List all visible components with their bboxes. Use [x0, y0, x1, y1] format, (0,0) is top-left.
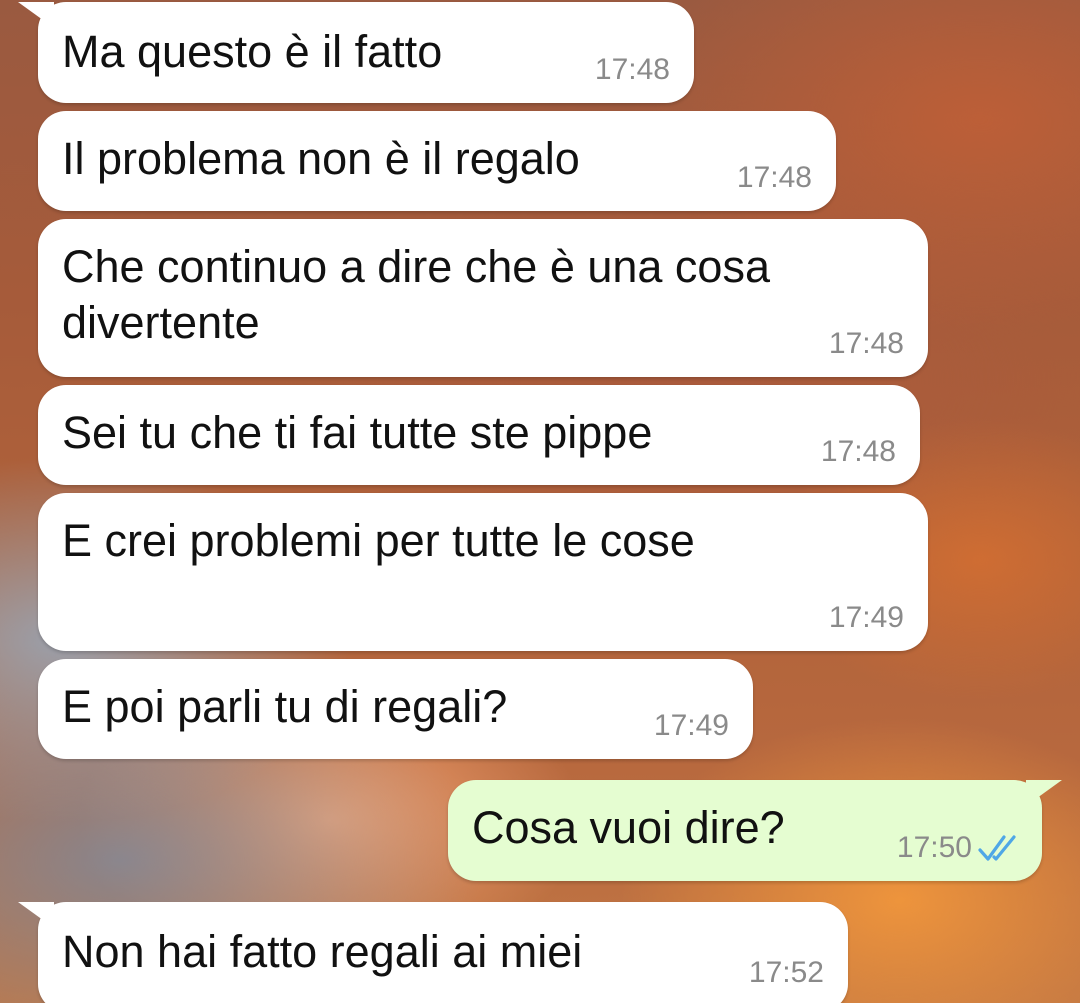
message-timestamp: 17:49 — [653, 709, 729, 742]
message-timestamp: 17:52 — [748, 956, 824, 989]
message-bubble-outgoing[interactable]: Cosa vuoi dire? 17:50 — [448, 780, 1062, 881]
double-check-read-icon — [978, 835, 1016, 861]
message-timestamp: 17:48 — [594, 53, 670, 86]
message-timestamp: 17:48 — [736, 161, 812, 194]
message-text: Ma questo è il fatto — [62, 26, 443, 77]
message-bubble-incoming[interactable]: E crei problemi per tutte le cose 17:49 — [38, 493, 928, 651]
bubble-tail — [1026, 780, 1062, 806]
message-bubble-incoming[interactable]: Sei tu che ti fai tutte ste pippe 17:48 — [38, 385, 920, 485]
message-text: E poi parli tu di regali? — [62, 681, 508, 732]
bubble-tail — [18, 2, 54, 28]
bubble-tail — [18, 902, 54, 928]
message-bubble-incoming[interactable]: E poi parli tu di regali? 17:49 — [38, 659, 753, 759]
message-bubble-incoming[interactable]: Non hai fatto regali ai miei 17:52 — [18, 902, 848, 1003]
message-bubble-incoming[interactable]: Che continuo a dire che è una cosa diver… — [38, 219, 928, 377]
message-text: Cosa vuoi dire? — [472, 802, 785, 853]
message-text: Il problema non è il regalo — [62, 133, 580, 184]
message-timestamp: 17:48 — [828, 327, 904, 360]
message-text: Non hai fatto regali ai miei — [62, 926, 583, 977]
message-timestamp: 17:49 — [828, 601, 904, 634]
message-text: E crei problemi per tutte le cose — [62, 515, 695, 566]
chat-message-list[interactable]: Ma questo è il fatto 17:48 Il problema n… — [0, 0, 1080, 1003]
message-bubble-incoming[interactable]: Ma questo è il fatto 17:48 — [18, 2, 694, 103]
message-timestamp: 17:48 — [820, 435, 896, 468]
message-text: Sei tu che ti fai tutte ste pippe — [62, 407, 653, 458]
message-text: Che continuo a dire che è una cosa diver… — [62, 241, 770, 348]
message-bubble-incoming[interactable]: Il problema non è il regalo 17:48 — [38, 111, 836, 211]
message-timestamp: 17:50 — [896, 831, 972, 864]
